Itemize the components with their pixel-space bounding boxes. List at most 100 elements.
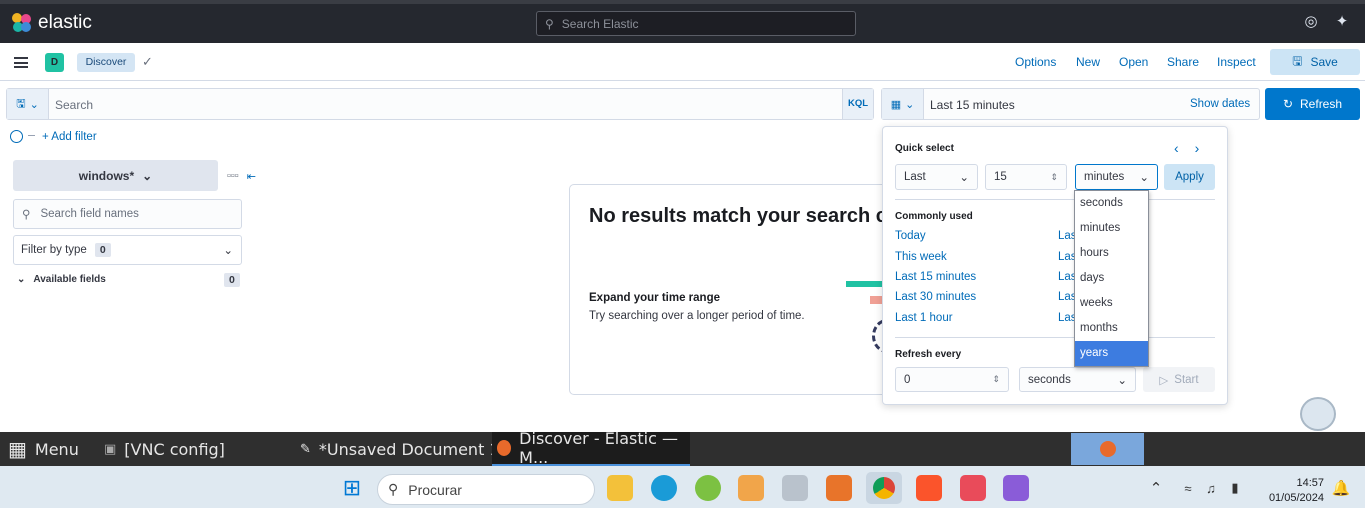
fl-studio-icon[interactable] xyxy=(826,475,852,501)
chevron-down-icon: ⌄ xyxy=(1139,172,1149,184)
value-stepper[interactable]: 15 ⇕ xyxy=(985,164,1067,190)
options-link[interactable]: Options xyxy=(1015,55,1056,69)
task-vnc-config[interactable]: ▣ [VNC config] xyxy=(104,432,225,466)
system-clock[interactable]: 14:57 01/05/2024 xyxy=(1258,476,1324,506)
windows-start-icon[interactable]: ⊞ xyxy=(339,475,365,501)
task-label: Discover - Elastic — M... xyxy=(519,429,678,467)
checkmark-icon: ✓ xyxy=(142,54,153,69)
tense-value: Last xyxy=(904,171,926,183)
no-results-subtitle: Expand your time range xyxy=(589,292,721,304)
clock-date: 01/05/2024 xyxy=(1268,492,1324,504)
add-filter-button[interactable]: + Add filter xyxy=(42,131,97,143)
chevron-down-icon: ⌄ xyxy=(959,172,969,184)
available-fields-toggle[interactable]: ⌄ Available fields xyxy=(17,274,106,285)
notifications-bell-icon[interactable]: 🔔 xyxy=(1328,475,1354,501)
taskbar-search-placeholder: Procurar xyxy=(408,481,462,498)
calendar-icon: ▦ xyxy=(890,98,902,111)
start-menu-button[interactable]: ▦ Menu xyxy=(8,432,79,466)
unit-option-weeks[interactable]: weeks xyxy=(1075,291,1148,316)
filter-count-badge: 0 xyxy=(94,243,111,257)
edge-icon[interactable] xyxy=(651,475,677,501)
common-today-link[interactable]: Today xyxy=(895,230,926,242)
space-avatar[interactable]: D xyxy=(45,53,64,72)
refresh-button[interactable]: ↻ Refresh xyxy=(1265,88,1360,120)
search-icon: ⚲ xyxy=(22,209,31,221)
time-range-label[interactable]: Last 15 minutes xyxy=(930,98,1015,112)
start-label: Start xyxy=(1174,373,1199,386)
menu-toggle-icon[interactable] xyxy=(14,57,28,68)
battery-icon[interactable]: ▮ xyxy=(1222,475,1248,501)
unit-select[interactable]: minutes ⌄ xyxy=(1075,164,1158,190)
remote-desktop-icon[interactable] xyxy=(782,475,808,501)
global-search-input[interactable]: ⚲ Search Elastic xyxy=(536,11,856,36)
apply-button[interactable]: Apply xyxy=(1164,164,1215,190)
index-pattern-label: windows* xyxy=(78,168,135,183)
save-button[interactable]: 🖫 Save xyxy=(1270,49,1360,75)
volume-icon[interactable]: ♫ xyxy=(1198,475,1224,501)
workspace-preview[interactable] xyxy=(1071,433,1144,465)
field-search-placeholder: Search field names xyxy=(40,208,139,220)
sync-app-icon[interactable] xyxy=(695,475,721,501)
unit-option-minutes[interactable]: minutes xyxy=(1075,216,1148,241)
stepper-icon: ⇕ xyxy=(992,374,1000,384)
next-arrow-icon[interactable]: › xyxy=(1195,140,1200,156)
field-search-input[interactable]: ⚲ Search field names xyxy=(13,199,242,229)
unit-option-years[interactable]: years xyxy=(1075,341,1148,366)
divider xyxy=(895,337,1215,338)
open-link[interactable]: Open xyxy=(1119,55,1148,69)
kql-toggle-button[interactable]: KQL xyxy=(842,89,873,119)
file-explorer-icon[interactable] xyxy=(607,475,633,501)
elastic-logo[interactable]: elastic xyxy=(12,12,92,34)
divider xyxy=(895,199,1215,200)
help-icon[interactable]: ◎ xyxy=(1303,14,1319,30)
common-last-1h-link[interactable]: Last 1 hour xyxy=(895,312,953,324)
quick-select-arrows: ‹ › xyxy=(1174,140,1199,156)
unit-option-hours[interactable]: hours xyxy=(1075,241,1148,266)
illustration-bar-teal xyxy=(846,281,886,287)
chevron-down-icon: ⌄ xyxy=(29,98,39,111)
common-this-week-link[interactable]: This week xyxy=(895,251,947,263)
filter-divider xyxy=(28,135,35,136)
unit-option-seconds[interactable]: seconds xyxy=(1075,191,1148,216)
index-pattern-selector[interactable]: windows* ⌄ xyxy=(13,160,218,191)
new-link[interactable]: New xyxy=(1076,55,1100,69)
chrome-icon[interactable] xyxy=(866,472,902,504)
unit-option-days[interactable]: days xyxy=(1075,266,1148,291)
media-player-icon[interactable] xyxy=(738,475,764,501)
menu-label: Menu xyxy=(34,439,79,459)
brave-icon[interactable] xyxy=(916,475,942,501)
saved-query-button[interactable]: 🖫 ⌄ xyxy=(7,89,49,119)
breadcrumb-discover[interactable]: Discover xyxy=(77,53,135,72)
task-discover-elastic[interactable]: Discover - Elastic — M... xyxy=(492,429,690,467)
filter-menu-icon[interactable] xyxy=(10,130,23,143)
start-refresh-button[interactable]: ▷ Start xyxy=(1143,367,1215,392)
more-options-icon[interactable]: ▫▫▫ xyxy=(227,170,239,183)
chevron-down-icon: ⌄ xyxy=(142,168,153,183)
chevron-up-icon[interactable]: ⌃ xyxy=(1143,475,1169,501)
collapse-sidebar-icon[interactable]: ⇤ xyxy=(247,170,256,183)
obsidian-icon[interactable] xyxy=(1003,475,1029,501)
chevron-down-icon: ⌄ xyxy=(905,98,915,111)
common-last-30-link[interactable]: Last 30 minutes xyxy=(895,291,976,303)
query-input[interactable]: Search xyxy=(55,98,93,112)
share-link[interactable]: Share xyxy=(1167,55,1199,69)
filter-by-type-label: Filter by type xyxy=(21,244,87,256)
snipping-tool-icon[interactable] xyxy=(960,475,986,501)
common-last-15-link[interactable]: Last 15 minutes xyxy=(895,271,976,283)
chevron-down-icon: ⌄ xyxy=(223,245,233,257)
tense-select[interactable]: Last ⌄ xyxy=(895,164,978,190)
refresh-interval-stepper[interactable]: 0 ⇕ xyxy=(895,367,1009,392)
taskbar-search-input[interactable]: ⚲ Procurar xyxy=(377,474,595,505)
stepper-icon: ⇕ xyxy=(1050,171,1058,182)
clipboard-icon[interactable] xyxy=(1300,397,1336,431)
quick-value: 15 xyxy=(994,171,1007,183)
newsfeed-icon[interactable]: ✦ xyxy=(1334,14,1350,30)
previous-arrow-icon[interactable]: ‹ xyxy=(1174,140,1179,156)
filter-by-type-button[interactable]: Filter by type 0 ⌄ xyxy=(13,235,242,265)
refresh-unit-select[interactable]: seconds ⌄ xyxy=(1019,367,1136,392)
inspect-link[interactable]: Inspect xyxy=(1217,55,1256,69)
show-dates-link[interactable]: Show dates xyxy=(1190,98,1250,110)
quick-select-button[interactable]: ▦ ⌄ xyxy=(882,89,924,119)
search-icon: ⚲ xyxy=(545,16,554,31)
unit-option-months[interactable]: months xyxy=(1075,316,1148,341)
